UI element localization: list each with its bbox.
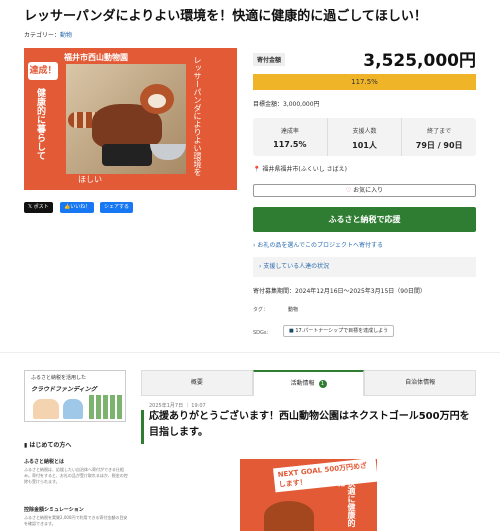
- donate-button[interactable]: ふるさと納税で応援: [253, 207, 476, 232]
- sidebar-heading: ▮ はじめての方へ: [24, 440, 71, 449]
- facebook-like-button[interactable]: 👍いいね！: [60, 202, 95, 213]
- goal-amount: 目標金額：3,000,000円: [253, 101, 320, 108]
- tab-count-badge: 1: [318, 379, 327, 388]
- sdgs-goal-button[interactable]: ■ 17.パートナーシップで目標を達成しよう: [283, 325, 395, 337]
- page-title: レッサーパンダによりよい環境を！快適に健康的に過ごしてほしい！: [24, 9, 427, 24]
- city-illustration: [89, 395, 123, 419]
- sidebar-item-title[interactable]: ふるさと納税とは: [24, 458, 64, 465]
- post-accent-bar: [141, 410, 144, 444]
- person-illustration: [63, 399, 83, 419]
- stat-label: 達成率: [280, 128, 299, 135]
- supporter-link-text: 支援している人達の状況: [263, 263, 330, 270]
- location[interactable]: 📍 福井県福井市(ふくいし さばえ): [253, 164, 347, 173]
- stats-box: 達成率 117.5% 支援人数 101人 終了まで 79日 / 90日: [253, 118, 476, 156]
- location-pin-icon: 📍: [253, 166, 263, 173]
- hero-photo: [66, 64, 186, 174]
- hero-vertical-text-right: レッサーパンダによりよい環境を: [193, 56, 202, 176]
- post-date: 2025年1月7日 ｜ 19:07: [149, 403, 206, 409]
- post-title: 応援ありがとうございます！西山動物公園はネクストゴール500万円を目指します。: [149, 411, 470, 438]
- sidebar-item-body: ふるさと納税は、応援したい自治体へ寄付ができる仕組み。寄付をすると、お礼の品が受…: [24, 467, 128, 484]
- achieved-badge: 達成！: [28, 62, 58, 80]
- tab-label: 概要: [190, 379, 203, 386]
- section-divider: [0, 352, 500, 353]
- tab-activity[interactable]: 活動情報 1: [252, 370, 365, 396]
- favorite-button[interactable]: ♡ お気に入り: [253, 184, 476, 197]
- gift-link[interactable]: › お礼の品を選んでこのプロジェクトへ寄付する: [253, 240, 383, 249]
- post-image: NEXT GOAL 500万円めざします！ 快適に健康的に: [240, 459, 377, 531]
- progress-text: 117.5%: [351, 78, 378, 86]
- banner-big-text: クラウドファンディング: [31, 386, 97, 393]
- sdgs-goal-text: 17.パートナーシップで目標を達成しよう: [295, 328, 389, 334]
- progress-bar: 117.5%: [253, 74, 476, 90]
- tab-overview[interactable]: 概要: [141, 370, 253, 396]
- tab-label: 自治体情報: [405, 379, 436, 386]
- crowdfunding-banner[interactable]: ふるさと納税を活用した クラウドファンディング: [24, 370, 126, 422]
- stat-value: 101人: [352, 141, 377, 150]
- stat-value: 79日 / 90日: [415, 141, 463, 150]
- tab-municipality[interactable]: 自治体情報: [364, 370, 477, 396]
- post-image-vertical-text: 快適に健康的に: [337, 479, 356, 527]
- sidebar-heading-text: はじめての方へ: [29, 442, 72, 449]
- person-illustration: [33, 399, 59, 419]
- like-label: いいね！: [70, 204, 91, 210]
- tag-label: タグ：: [253, 307, 269, 313]
- tab-label: 活動情報: [290, 380, 315, 387]
- tag-value[interactable]: 動物: [288, 306, 298, 313]
- hero-zoo-name: 福井市西山動物園: [64, 53, 128, 62]
- category: カテゴリー：動物: [24, 30, 72, 39]
- next-goal-badge: NEXT GOAL 500万円めざします！: [273, 459, 377, 493]
- sidebar-item-body: ふるさと納税を実質2,000円で利用できる寄付金額の目安を確認できます。: [24, 515, 128, 526]
- x-post-label: ポスト: [33, 204, 49, 210]
- red-panda-face: [148, 94, 166, 108]
- x-post-button[interactable]: 𝕏 ポスト: [24, 202, 53, 213]
- favorite-label: お気に入り: [353, 187, 384, 194]
- stat-achievement: 達成率 117.5%: [253, 118, 328, 156]
- stat-label: 支援人数: [352, 128, 377, 135]
- food-bowl: [150, 144, 186, 160]
- sdgs-label: SDGs：: [253, 330, 272, 336]
- hero-vertical-text-left: 健康的に暮らして: [35, 88, 45, 160]
- hero-bottom-text: ほしい: [78, 175, 102, 184]
- stat-supporters: 支援人数 101人: [328, 118, 403, 156]
- donation-amount-label: 寄付金額: [253, 53, 286, 66]
- project-hero-image: 達成！ 福井市西山動物園 健康的に暮らして レッサーパンダによりよい環境を ほし…: [24, 48, 237, 190]
- donation-period: 寄付募集期間：2024年12月16日～2025年3月15日（90日間）: [253, 288, 426, 295]
- category-link[interactable]: 動物: [60, 32, 72, 39]
- donation-amount-value: 3,525,000円: [363, 51, 476, 71]
- banner-small-text: ふるさと納税を活用した: [31, 375, 87, 381]
- sidebar-item-title[interactable]: 控除金額シミュレーション: [24, 506, 84, 513]
- stat-label: 終了まで: [427, 128, 452, 135]
- supporter-status-link[interactable]: › 支援している人達の状況: [253, 257, 476, 277]
- red-panda-illustration: [264, 501, 314, 531]
- gift-link-text: お礼の品を選んでこのプロジェクトへ寄付する: [257, 242, 384, 249]
- stat-remaining: 終了まで 79日 / 90日: [402, 118, 476, 156]
- facebook-share-button[interactable]: シェアする: [100, 202, 134, 213]
- category-label: カテゴリー：: [24, 32, 61, 39]
- stat-value: 117.5%: [273, 140, 307, 149]
- share-label: シェアする: [104, 204, 130, 210]
- location-text: 福井県福井市(ふくいし さばえ): [262, 166, 347, 173]
- project-tabs: 概要 活動情報 1 自治体情報: [141, 370, 477, 396]
- red-panda-legs: [102, 144, 152, 166]
